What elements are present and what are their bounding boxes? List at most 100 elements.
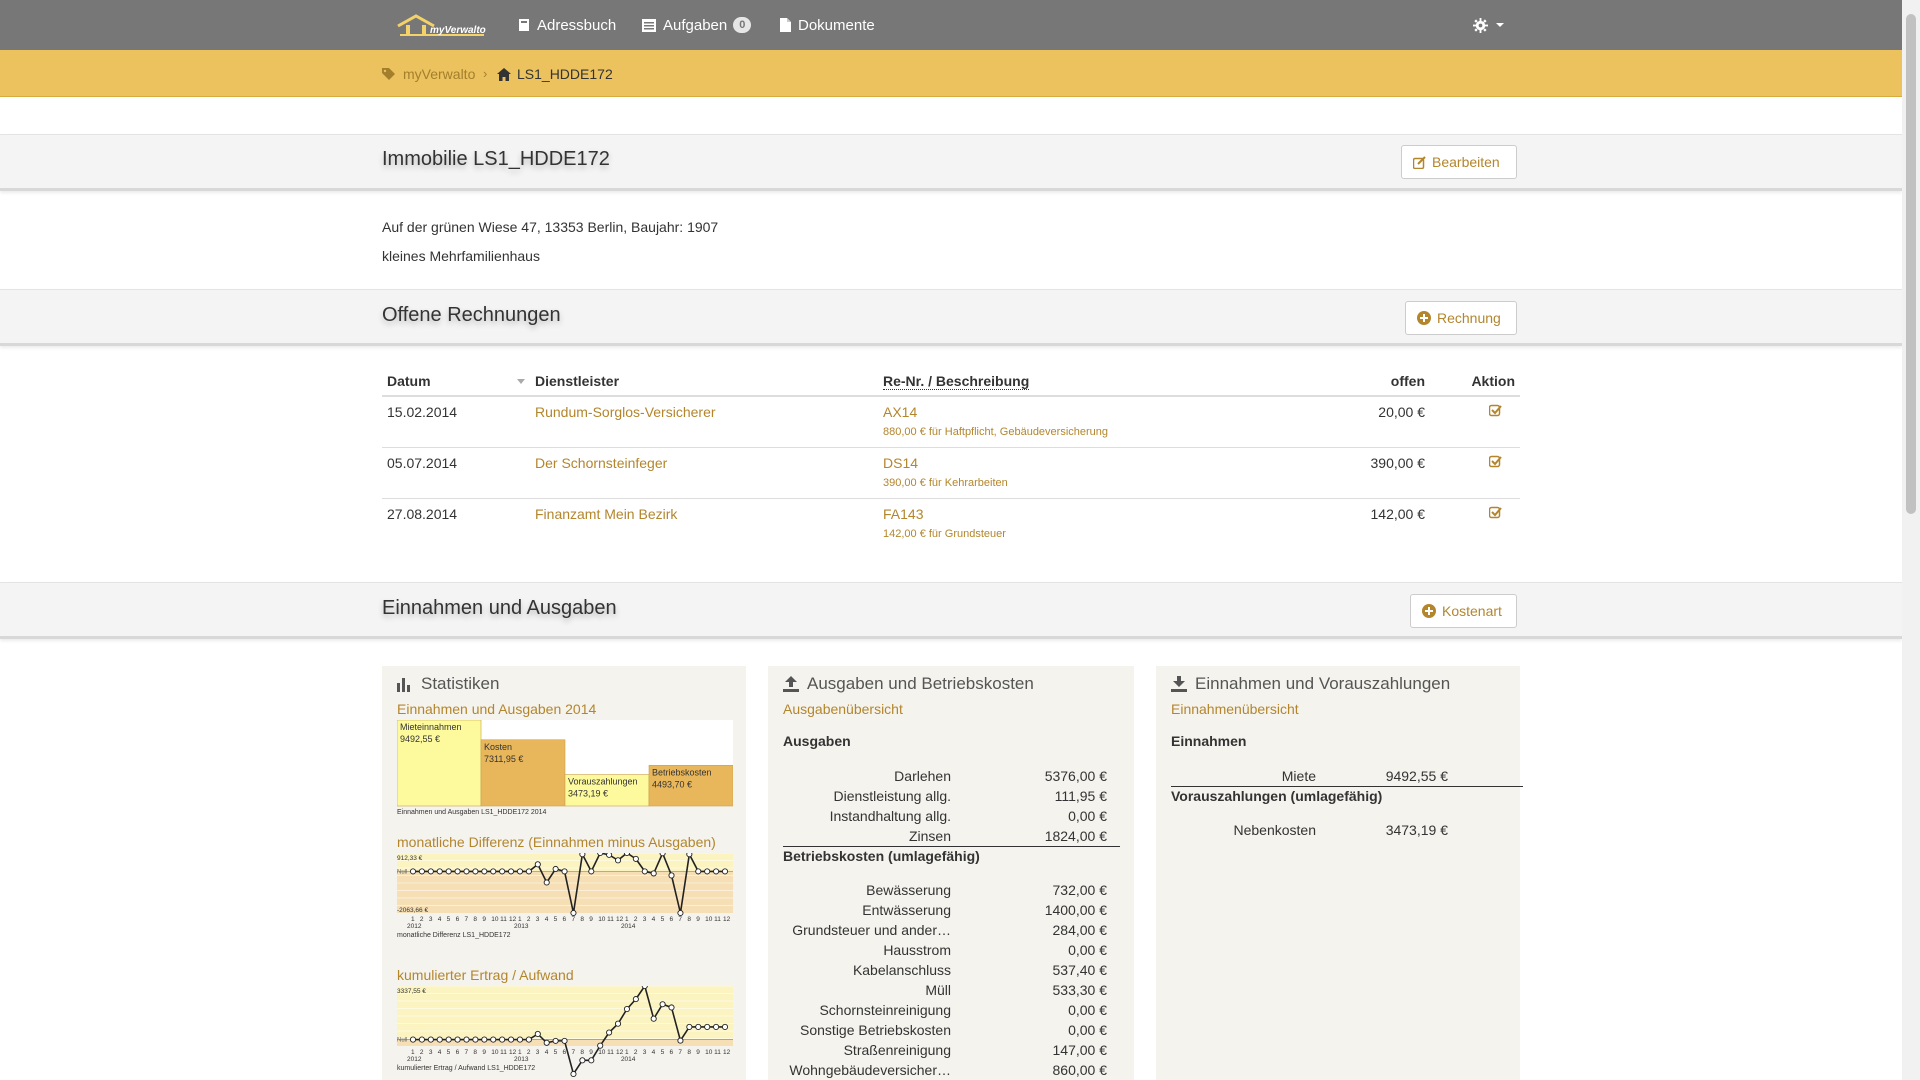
chart-bar (397, 720, 482, 807)
data-point (695, 1023, 702, 1030)
nav-tasks[interactable]: Aufgaben 0 (642, 0, 752, 50)
expense-label: Bewässerung (866, 882, 951, 898)
data-point (606, 853, 613, 858)
add-cost-type-button[interactable]: Kostenart (1410, 594, 1517, 628)
data-point (481, 1036, 488, 1043)
expense-label: Kabelanschluss (852, 962, 951, 978)
zero-label: Null (397, 1038, 407, 1044)
x-tick-label: 11 (607, 916, 614, 923)
x-tick-label: 12 (509, 1049, 517, 1056)
x-tick-label: 9 (589, 916, 593, 923)
expenses-overview-link[interactable]: Ausgabenübersicht (783, 701, 903, 717)
data-point (516, 1036, 524, 1043)
invoice-number-link[interactable]: DS14 (883, 455, 1293, 471)
expense-value: 0,00 € (1068, 1022, 1107, 1038)
x-tick-label: 1 (518, 1049, 522, 1056)
column-header-open[interactable]: offen (1298, 366, 1430, 397)
expense-value: 0,00 € (1068, 808, 1107, 824)
x-tick-label: 7 (464, 916, 468, 923)
expense-label: Sonstige Betriebskosten (800, 1022, 951, 1038)
chart3-title[interactable]: kumulierter Ertrag / Aufwand (397, 967, 574, 983)
data-point (588, 1057, 595, 1064)
file-icon (780, 18, 791, 32)
expense-value: 284,00 € (1052, 922, 1108, 938)
data-point (597, 853, 604, 857)
x-tick-label: 1 (411, 1049, 415, 1056)
data-point (677, 909, 684, 917)
data-point (508, 1036, 515, 1043)
invoice-date: 05.07.2014 (382, 447, 530, 499)
edit-button-label: Bearbeiten (1432, 154, 1500, 170)
data-point (552, 1037, 559, 1044)
x-tick-label: 8 (473, 916, 477, 923)
page-scrollbar[interactable] (1902, 0, 1920, 1080)
data-point (686, 853, 693, 858)
x-tick-label: 2 (420, 916, 424, 923)
chart2-title[interactable]: monatliche Differenz (Einnahmen minus Au… (397, 834, 716, 850)
scrollbar-thumb[interactable] (1906, 14, 1916, 514)
x-tick-label: 6 (670, 1049, 674, 1056)
brand-logo[interactable]: myVerwalto (396, 12, 488, 40)
check-square-icon[interactable] (1488, 404, 1502, 417)
revenues-overview-link[interactable]: Einnahmenübersicht (1171, 701, 1299, 717)
x-tick-label: 1 (625, 916, 629, 923)
top-navbar: myVerwalto Adressbuch Aufgaben 0 Dokumen… (0, 0, 1902, 50)
table-row: 27.08.2014 Finanzamt Mein Bezirk FA143 14… (382, 498, 1520, 549)
data-point (623, 1006, 630, 1013)
data-point (606, 1029, 613, 1036)
check-square-icon[interactable] (1488, 455, 1502, 468)
x-tick-label: 5 (447, 916, 451, 923)
chevron-down-icon (1496, 23, 1504, 27)
income-expense-bar-chart: Mieteinnahmen 9492,55 € Kosten 7311,95 € Vor… (397, 720, 733, 816)
edit-button[interactable]: Bearbeiten (1401, 145, 1517, 179)
invoice-provider-link[interactable]: Finanzamt Mein Bezirk (535, 506, 677, 522)
x-tick-label: 11 (714, 916, 721, 923)
x-tick-label: 4 (545, 1049, 549, 1056)
x-tick-label: 9 (589, 1049, 593, 1056)
invoice-number-link[interactable]: FA143 (883, 506, 1293, 522)
property-address: Auf der grünen Wiese 47, 13353 Berlin, B… (382, 219, 719, 235)
x-tick-label: 11 (500, 916, 507, 923)
x-tick-label: 12 (723, 1049, 731, 1056)
column-header-provider[interactable]: Dienstleister (530, 366, 878, 397)
year-label: 2014 (621, 1056, 636, 1063)
column-header-description[interactable]: Re-Nr. / Beschreibung (878, 366, 1298, 397)
data-point (543, 879, 550, 886)
settings-dropdown[interactable] (1473, 0, 1504, 50)
breadcrumb-current: LS1_HDDE172 (497, 50, 613, 98)
x-tick-label: 4 (652, 916, 656, 923)
add-invoice-button[interactable]: Rechnung (1405, 301, 1517, 335)
breadcrumb-root[interactable]: myVerwalto (382, 50, 475, 98)
x-tick-label: 1 (411, 916, 415, 923)
tasks-count-badge: 0 (733, 17, 752, 33)
data-point (641, 986, 648, 990)
divider (783, 846, 1120, 847)
data-point (632, 996, 639, 1003)
nav-addressbook[interactable]: Adressbuch (518, 0, 616, 50)
expense-value: 1400,00 € (1044, 902, 1107, 918)
edit-icon (1413, 155, 1426, 169)
expense-label: Instandhaltung allg. (829, 808, 951, 824)
download-icon (1171, 676, 1187, 692)
invoice-provider-link[interactable]: Der Schornsteinfeger (535, 455, 667, 471)
invoice-number-link[interactable]: AX14 (883, 404, 1293, 420)
check-square-icon[interactable] (1488, 506, 1502, 519)
nav-documents[interactable]: Dokumente (780, 0, 875, 50)
expense-value: 1824,00 € (1044, 828, 1107, 844)
x-tick-label: 5 (447, 1049, 451, 1056)
invoice-provider-link[interactable]: Rundum-Sorglos-Versicherer (535, 404, 716, 420)
upload-icon (783, 676, 799, 692)
chart1-title[interactable]: Einnahmen und Ausgaben 2014 (397, 701, 596, 717)
breadcrumb-root-label: myVerwalto (403, 66, 476, 82)
x-tick-label: 7 (571, 916, 575, 923)
bar-value-label: 3473,19 € (568, 789, 608, 799)
x-tick-label: 11 (714, 1049, 721, 1056)
data-point (597, 1042, 604, 1049)
year-label: 2012 (407, 923, 422, 930)
expenses-panel: Ausgaben und Betriebskosten Ausgabenüber… (768, 666, 1134, 1080)
x-tick-label: 4 (438, 916, 442, 923)
invoice-open-amount: 390,00 € (1298, 447, 1430, 499)
data-point (632, 855, 639, 862)
column-header-date[interactable]: Datum (382, 366, 530, 397)
home-icon (497, 67, 511, 81)
